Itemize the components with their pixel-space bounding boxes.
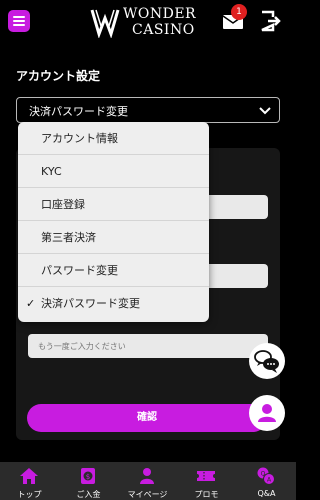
select-current-value: 決済パスワード変更 [29, 105, 128, 118]
dropdown-item-account-info[interactable]: アカウント情報 [18, 122, 209, 155]
dropdown-item-label: パスワード変更 [41, 264, 118, 277]
account-settings-select[interactable]: 決済パスワード変更 [16, 97, 280, 123]
confirm-button[interactable]: 確認 [27, 404, 267, 432]
dropdown-item-label: アカウント情報 [41, 132, 118, 145]
promo-icon [197, 471, 215, 481]
checkmark-icon: ✓ [26, 297, 36, 310]
dropdown-item-label: 決済パスワード変更 [41, 297, 140, 310]
svg-text:Q: Q [261, 471, 266, 478]
new-password-input[interactable] [200, 264, 268, 288]
dropdown-item-kyc[interactable]: KYC [18, 155, 209, 188]
page-title: アカウント設定 [16, 69, 101, 83]
mypage-icon [140, 468, 154, 484]
logo-text-line1: WONDER [123, 6, 197, 22]
home-icon [20, 468, 38, 484]
wonder-casino-logo[interactable]: WONDER CASINO [90, 4, 208, 40]
nav-label: マイページ [127, 490, 168, 499]
menu-bar [13, 16, 25, 18]
account-settings-dropdown: アカウント情報 KYC 口座登録 第三者決済 パスワード変更 ✓ 決済パスワード… [18, 122, 209, 322]
chat-support-button[interactable] [249, 343, 285, 379]
dropdown-item-label: KYC [41, 165, 62, 178]
confirm-password-input[interactable] [28, 334, 268, 358]
nav-label: ご入金 [76, 490, 101, 499]
logo-emblem-icon [90, 9, 120, 38]
nav-label: プロモ [194, 490, 219, 499]
nav-label: Q&A [257, 489, 276, 498]
dropdown-item-bank-registration[interactable]: 口座登録 [18, 188, 209, 221]
dropdown-item-label: 口座登録 [41, 198, 85, 211]
dropdown-item-payment-password-change[interactable]: ✓ 決済パスワード変更 [18, 287, 209, 320]
menu-bar [13, 20, 25, 22]
logo-text-line2: CASINO [132, 22, 195, 38]
nav-item-top[interactable]: トップ [0, 462, 59, 500]
qa-icon: Q A [257, 467, 275, 485]
chat-bubbles-icon [254, 350, 279, 373]
nav-item-deposit[interactable]: $ ご入金 [59, 462, 118, 500]
nav-item-mypage[interactable]: マイページ [118, 462, 177, 500]
nav-label: トップ [17, 490, 42, 499]
user-profile-button[interactable] [249, 395, 285, 431]
current-password-input[interactable] [200, 195, 268, 219]
bottom-navigation: トップ $ ご入金 マイページ プロモ Q A Q&A [0, 462, 296, 500]
dropdown-item-label: 第三者決済 [41, 231, 96, 244]
user-icon [258, 404, 276, 422]
svg-text:$: $ [86, 473, 90, 481]
mail-notification-badge: 1 [231, 4, 247, 20]
logout-icon[interactable] [260, 10, 282, 32]
deposit-icon: $ [81, 468, 95, 484]
top-header: WONDER CASINO 1 [0, 0, 296, 46]
nav-item-qa[interactable]: Q A Q&A [237, 462, 296, 500]
chevron-down-icon [259, 107, 271, 115]
dropdown-item-third-party-payment[interactable]: 第三者決済 [18, 221, 209, 254]
nav-item-promo[interactable]: プロモ [177, 462, 236, 500]
hamburger-menu-button[interactable] [8, 10, 30, 32]
dropdown-item-password-change[interactable]: パスワード変更 [18, 254, 209, 287]
menu-bar [13, 24, 25, 26]
